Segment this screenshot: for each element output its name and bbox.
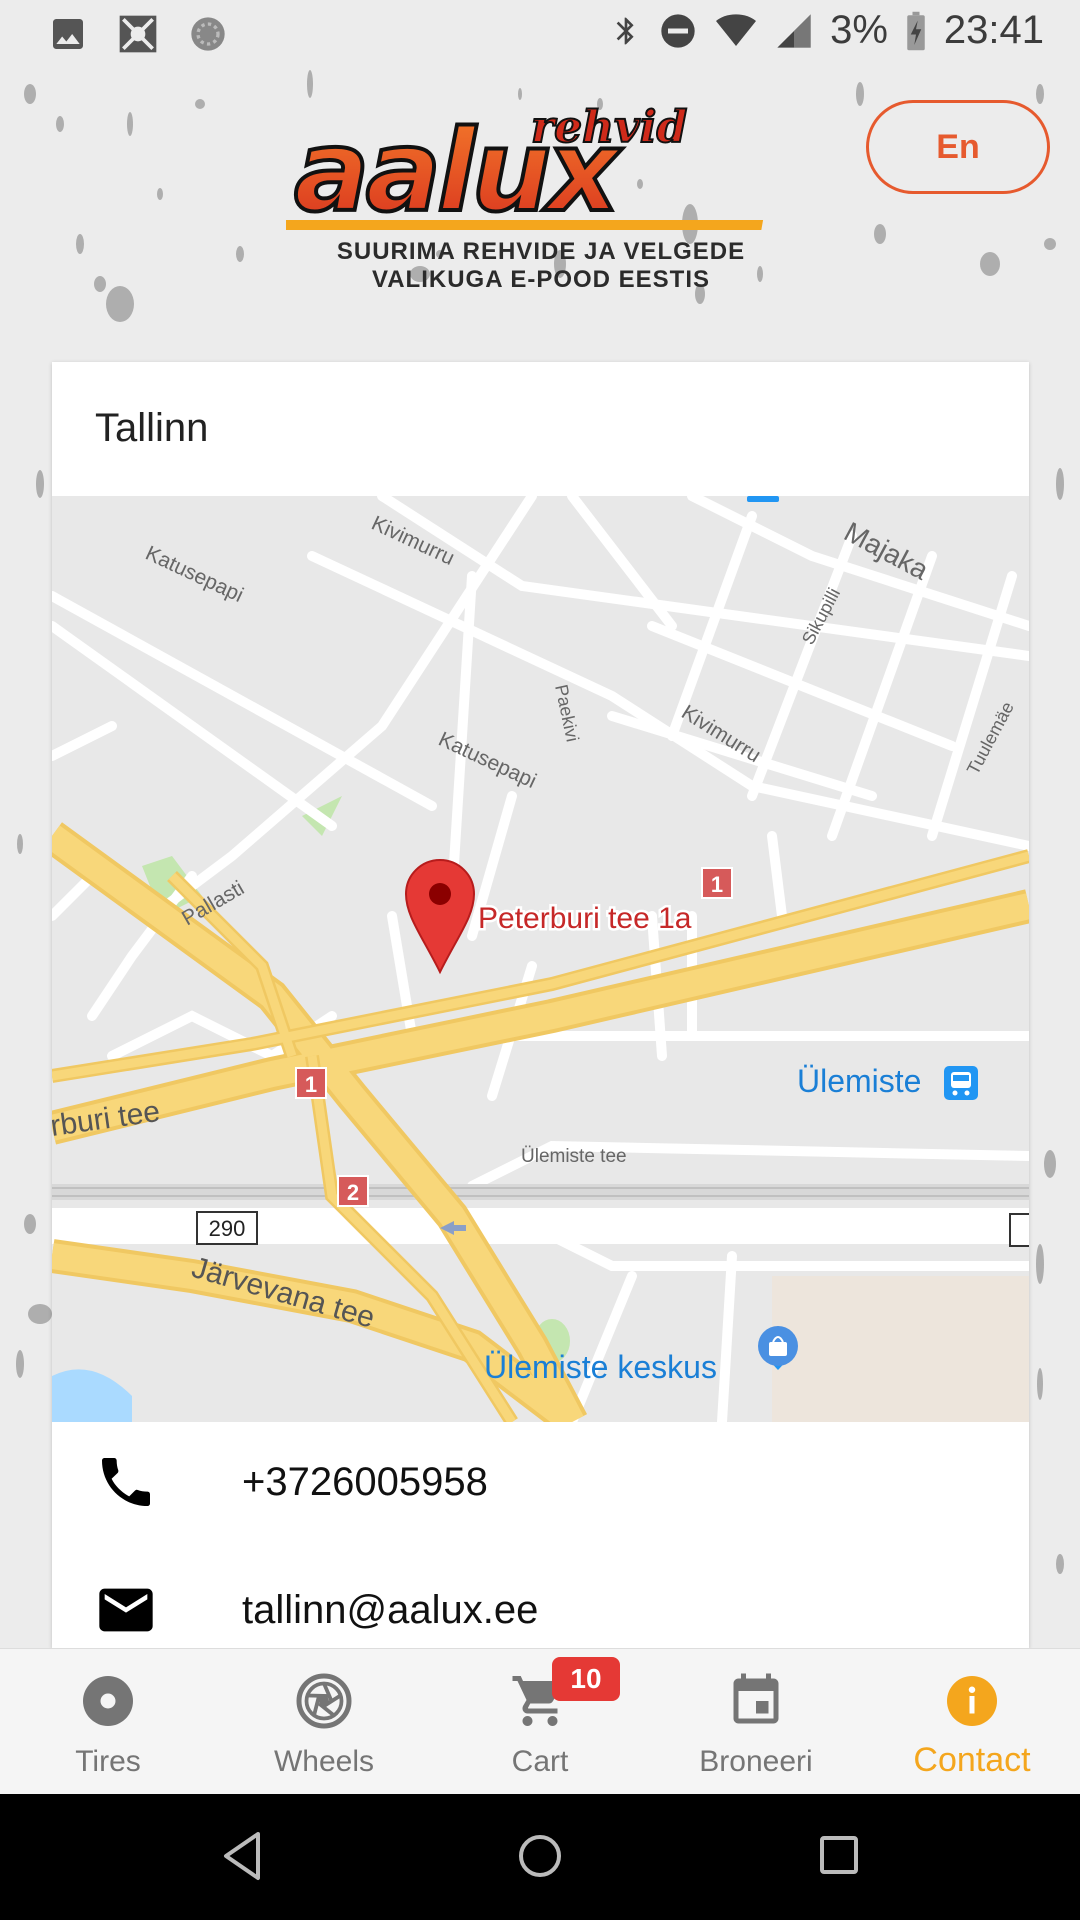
nav-label-tires: Tires [75, 1745, 141, 1778]
phone-number[interactable]: +3726005958 [242, 1460, 488, 1505]
back-icon[interactable] [220, 1830, 264, 1882]
email-row[interactable]: tallinn@aalux.ee [52, 1550, 1029, 1648]
svg-text:290: 290 [209, 1216, 246, 1241]
battery-charging-icon [907, 11, 925, 50]
system-navigation-bar [0, 1794, 1080, 1920]
wheel-icon [296, 1673, 352, 1729]
info-icon [947, 1676, 997, 1726]
email-icon [99, 1588, 153, 1632]
logo-graphic: rehvid aalux [261, 101, 764, 239]
tagline-line-2: VALIKUGA E-POOD EESTIS [371, 266, 711, 293]
place-label-ulemiste-keskus: Ülemiste keskus [484, 1349, 717, 1385]
exit-shield-1a: 1 [701, 867, 733, 899]
nav-item-cart[interactable]: 10 Cart [432, 1649, 648, 1795]
transit-stop-icon [747, 496, 779, 502]
nav-label-wheels: Wheels [273, 1745, 375, 1778]
do-not-disturb-icon [661, 13, 695, 48]
svg-text:1: 1 [711, 872, 723, 897]
bottom-navigation: Tires Wheels 10 Cart Broneeri Contact [0, 1648, 1080, 1794]
cart-count-badge: 10 [552, 1657, 620, 1701]
nav-label-broneeri: Broneeri [699, 1745, 813, 1778]
bluetooth-icon [616, 17, 634, 44]
svg-text:aalux: aalux [294, 107, 623, 237]
recents-icon[interactable] [818, 1834, 860, 1876]
calendar-icon [733, 1673, 779, 1724]
street-label-ulemiste-tee: Ülemiste tee [521, 1146, 627, 1167]
home-icon[interactable] [516, 1832, 564, 1880]
phone-icon [102, 1458, 150, 1506]
clock: 23:41 [943, 8, 1044, 52]
exit-shield-1b: 1 [295, 1067, 327, 1099]
app-notification-icon [119, 15, 157, 53]
sync-notification-icon [191, 17, 225, 51]
svg-text:1: 1 [305, 1072, 317, 1097]
wifi-icon [716, 13, 757, 46]
city-title: Tallinn [95, 406, 209, 450]
marker-label: Peterburi tee 1a [478, 902, 692, 935]
svg-text:2: 2 [347, 1180, 359, 1205]
image-notification-icon [53, 19, 83, 49]
nav-item-tires[interactable]: Tires [0, 1649, 216, 1795]
status-bar: 3% 23:41 [0, 0, 1080, 64]
nav-item-wheels[interactable]: Wheels [216, 1649, 432, 1795]
nav-label-contact: Contact [913, 1741, 1031, 1779]
tagline-line-1: SUURIMA REHVIDE JA VELGEDE [336, 238, 746, 265]
place-label-ulemiste-station: Ülemiste [797, 1063, 921, 1099]
location-map[interactable]: 1 1 2 290 Kivimurru Katusepapi Katusepap… [52, 496, 1029, 1422]
map-canvas: 1 1 2 290 Kivimurru Katusepapi Katusepap… [52, 496, 1029, 1422]
battery-percent: 3% [830, 8, 888, 52]
aalux-logo: rehvid aalux SUURIMA REHVIDE JA VELGEDE … [261, 90, 796, 300]
train-station-icon [944, 1066, 978, 1100]
phone-row[interactable]: +3726005958 [52, 1422, 1029, 1542]
route-shield-edge [1009, 1213, 1029, 1247]
tire-icon [83, 1676, 133, 1726]
nav-item-contact[interactable]: Contact [864, 1649, 1080, 1795]
nav-item-broneeri[interactable]: Broneeri [648, 1649, 864, 1795]
location-card: Tallinn 1 1 2 290 Kivimurru Katusepapi K… [52, 362, 1029, 1648]
language-toggle-button[interactable]: En [866, 100, 1050, 194]
email-address[interactable]: tallinn@aalux.ee [242, 1588, 538, 1633]
nav-label-cart: Cart [511, 1745, 569, 1778]
exit-shield-2: 2 [337, 1175, 369, 1207]
route-shield-290: 290 [196, 1211, 258, 1245]
cell-signal-icon [777, 13, 811, 48]
